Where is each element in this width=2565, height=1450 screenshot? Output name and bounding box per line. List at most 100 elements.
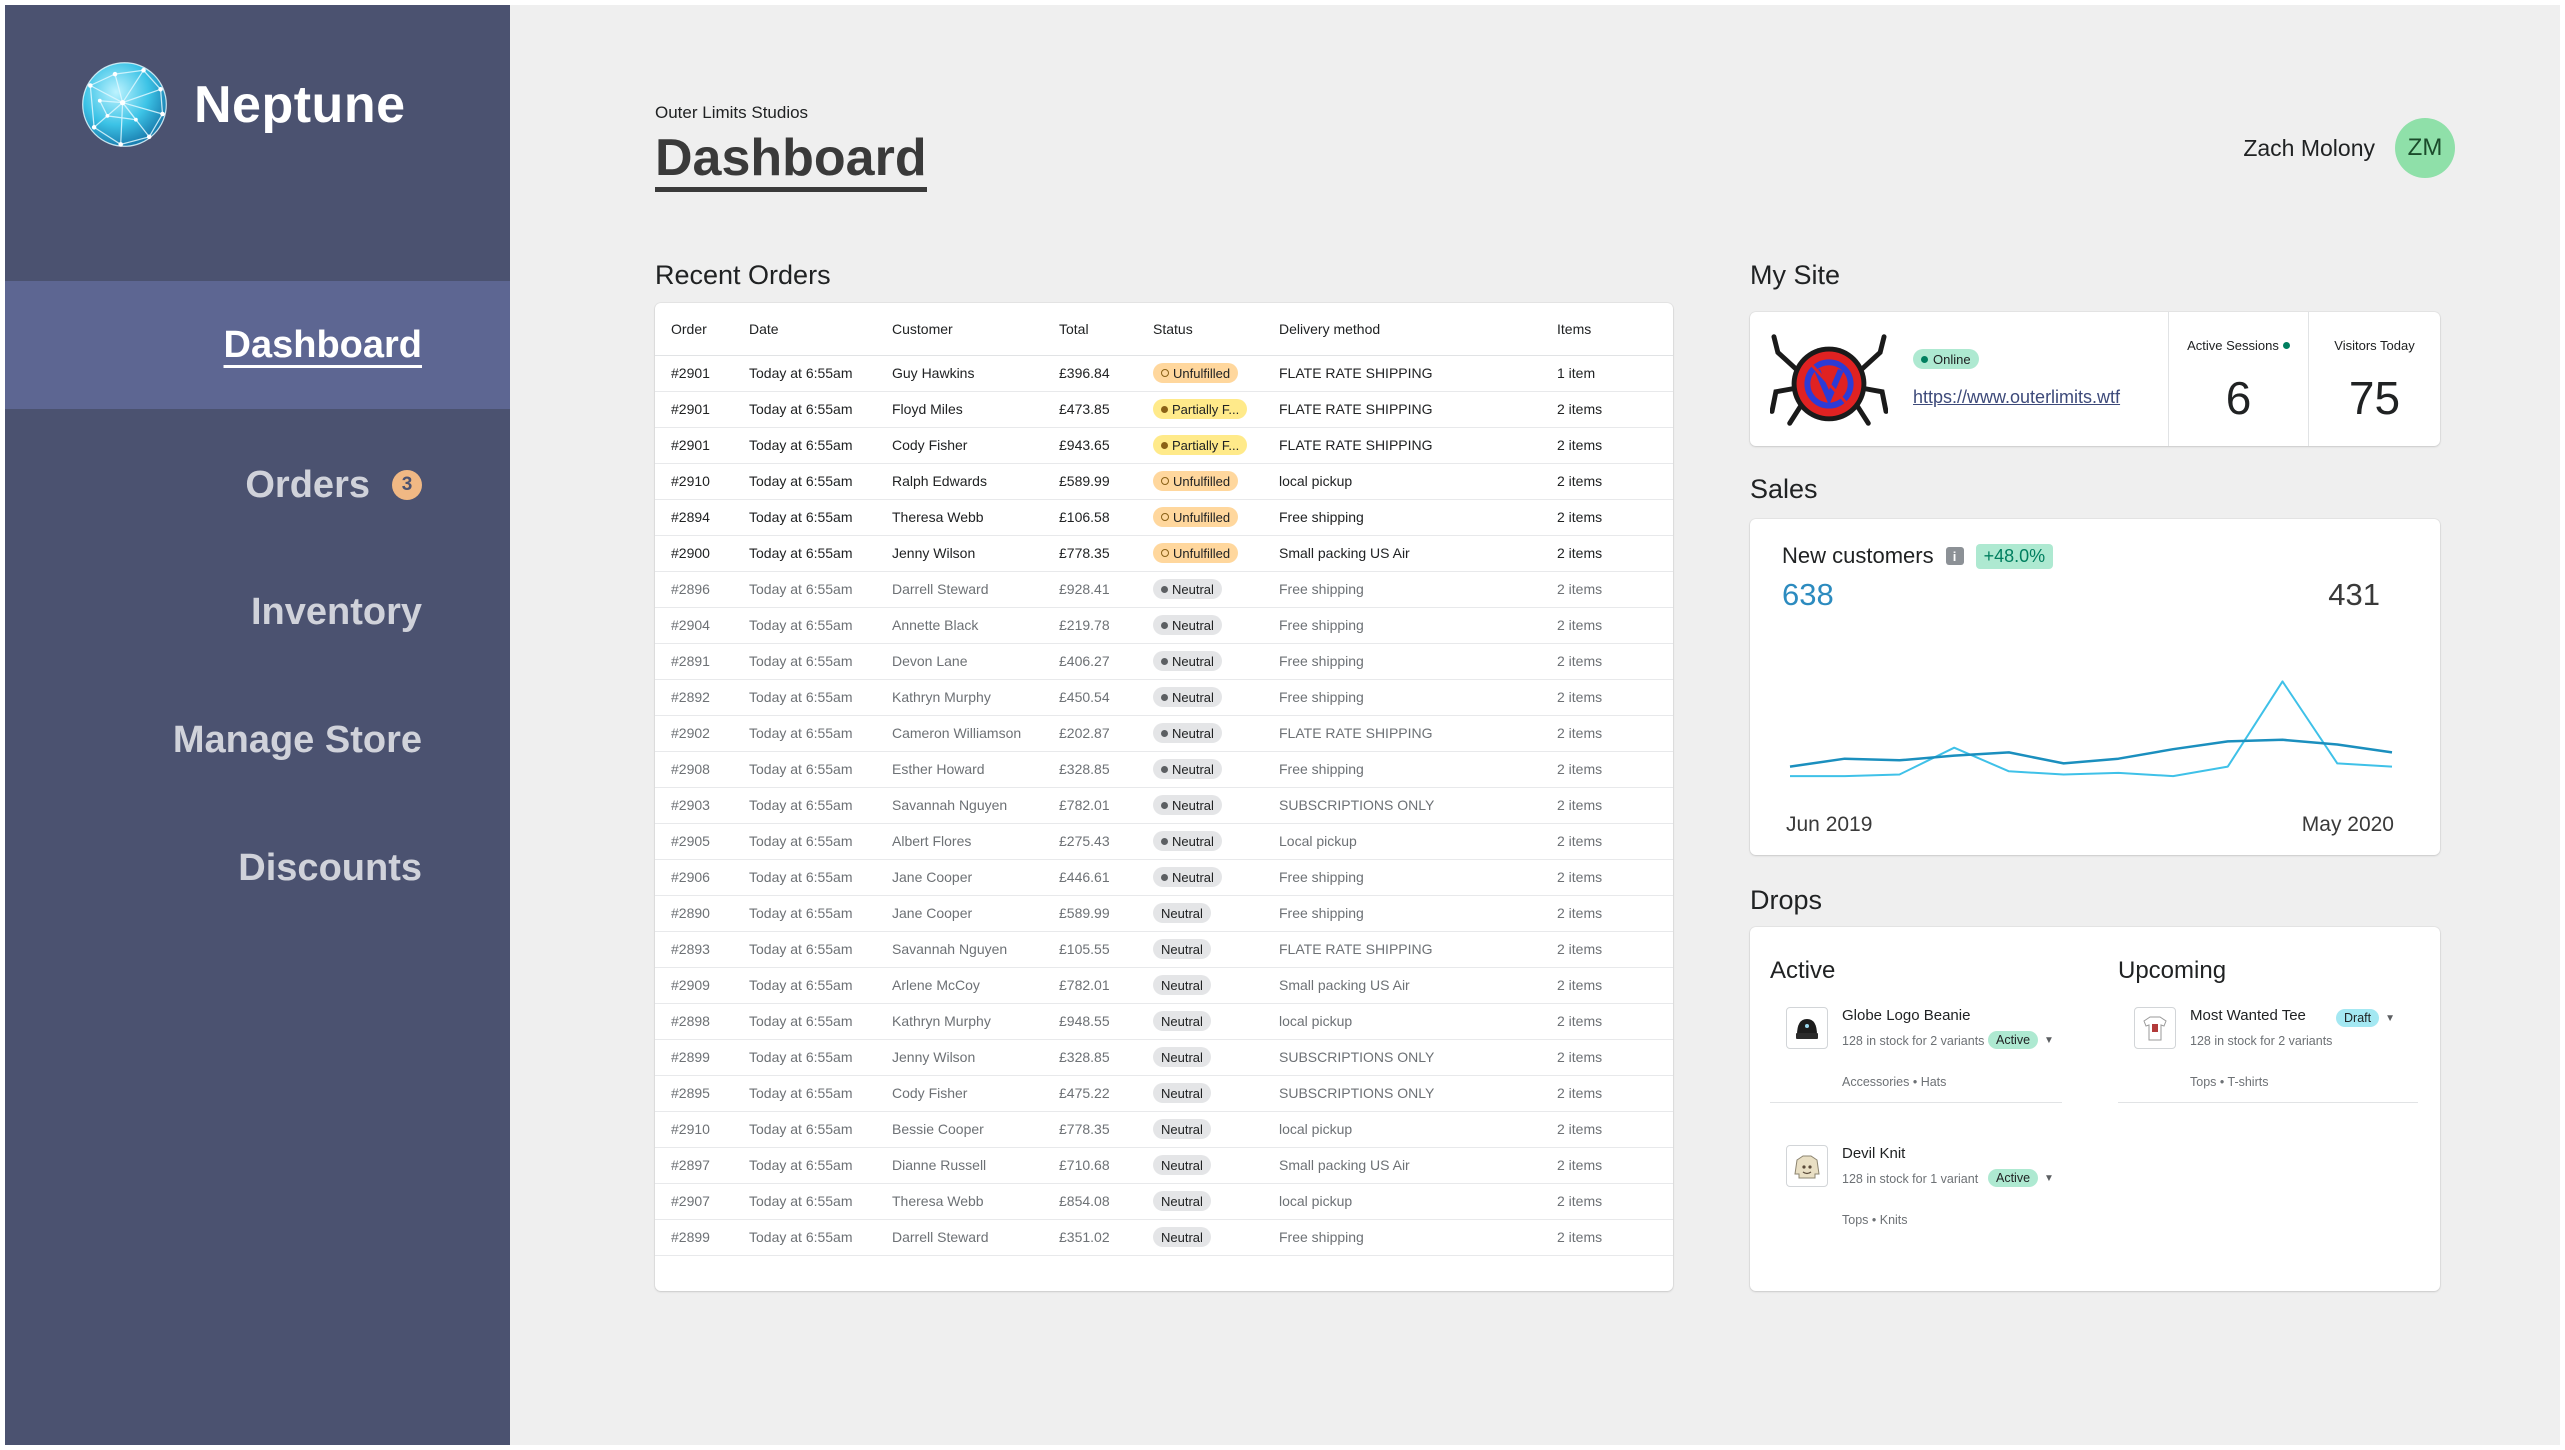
table-row[interactable]: #2904 Today at 6:55am Annette Black £219.78… <box>655 607 1673 644</box>
sidebar-item-inventory[interactable]: Inventory <box>5 548 510 676</box>
sidebar-item-manage-store[interactable]: Manage Store <box>5 676 510 804</box>
cell-date: Today at 6:55am <box>733 391 876 428</box>
status-badge: Unfulfilled <box>1153 507 1239 527</box>
status-label: Neutral <box>1161 905 1203 921</box>
cell-customer: Darrell Steward <box>876 571 1043 608</box>
table-row[interactable]: #2900 Today at 6:55am Jenny Wilson £778.35 U… <box>655 535 1673 572</box>
table-row[interactable]: #2897 Today at 6:55am Dianne Russell £710.6… <box>655 1147 1673 1184</box>
column-header-customer[interactable]: Customer <box>876 303 1043 356</box>
cell-delivery: Free shipping <box>1263 1219 1541 1256</box>
drop-item-globe-logo-beanie[interactable]: Globe Logo Beanie 128 in stock for 2 var… <box>1770 1007 2070 1117</box>
visitors-today-label: Visitors Today <box>2334 338 2415 353</box>
status-label: Neutral <box>1161 1193 1203 1209</box>
cell-status: Neutral <box>1137 1147 1263 1184</box>
site-url-link[interactable]: https://www.outerlimits.wtf <box>1913 387 2120 408</box>
user-menu[interactable]: Zach Molony ZM <box>2243 118 2455 178</box>
column-header-items[interactable]: Items <box>1541 303 1673 356</box>
status-label: Neutral <box>1172 797 1214 813</box>
table-row[interactable]: #2896 Today at 6:55am Darrell Steward £928.… <box>655 571 1673 608</box>
status-badge: Neutral <box>1153 1227 1211 1247</box>
table-row[interactable]: #2907 Today at 6:55am Theresa Webb £854.08 N… <box>655 1183 1673 1220</box>
cell-total: £328.85 <box>1043 751 1137 788</box>
column-header-total[interactable]: Total <box>1043 303 1137 356</box>
table-row[interactable]: #2903 Today at 6:55am Savannah Nguyen £782.… <box>655 787 1673 824</box>
drops-active-title: Active <box>1770 957 1836 984</box>
cell-order: #2897 <box>655 1147 733 1184</box>
status-dot-icon <box>1161 369 1169 377</box>
drop-item-most-wanted-tee[interactable]: Most Wanted Tee 128 in stock for 2 varia… <box>2118 1007 2418 1117</box>
table-row[interactable]: #2898 Today at 6:55am Kathryn Murphy £948.5… <box>655 1003 1673 1040</box>
column-header-order[interactable]: Order <box>655 303 733 356</box>
cell-order: #2893 <box>655 931 733 968</box>
table-row[interactable]: #2910 Today at 6:55am Ralph Edwards £589.99… <box>655 463 1673 500</box>
table-row[interactable]: #2902 Today at 6:55am Cameron Williamson £2… <box>655 715 1673 752</box>
sidebar-item-discounts[interactable]: Discounts <box>5 804 510 932</box>
table-row[interactable]: #2901 Today at 6:55am Guy Hawkins £396.84 Un… <box>655 355 1673 392</box>
cell-status: Neutral <box>1137 571 1263 608</box>
drop-item-devil-knit[interactable]: Devil Knit 128 in stock for 1 variant To… <box>1770 1145 2070 1255</box>
avatar[interactable]: ZM <box>2395 118 2455 178</box>
cell-date: Today at 6:55am <box>733 751 876 788</box>
cell-date: Today at 6:55am <box>733 1075 876 1112</box>
info-icon[interactable]: i <box>1945 547 1964 565</box>
table-row[interactable]: #2901 Today at 6:55am Floyd Miles £473.85 Pa… <box>655 391 1673 428</box>
column-header-date[interactable]: Date <box>733 303 876 356</box>
cell-total: £106.58 <box>1043 499 1137 536</box>
drop-status-dropdown[interactable]: Draft ▼ <box>2336 1009 2395 1027</box>
status-badge: Neutral <box>1153 579 1222 599</box>
table-row[interactable]: #2906 Today at 6:55am Jane Cooper £446.61 Ne… <box>655 859 1673 896</box>
status-dot-icon <box>1161 693 1168 701</box>
table-row[interactable]: #2899 Today at 6:55am Jenny Wilson £328.85 N… <box>655 1039 1673 1076</box>
x-axis-start-label: Jun 2019 <box>1786 813 1873 836</box>
table-row[interactable]: #2905 Today at 6:55am Albert Flores £275.43… <box>655 823 1673 860</box>
table-row[interactable]: #2895 Today at 6:55am Cody Fisher £475.22 Ne… <box>655 1075 1673 1112</box>
sidebar-item-dashboard[interactable]: Dashboard <box>5 281 510 409</box>
table-row[interactable]: #2891 Today at 6:55am Devon Lane £406.27 Neu… <box>655 643 1673 680</box>
status-label: Neutral <box>1172 689 1214 705</box>
table-row[interactable]: #2893 Today at 6:55am Savannah Nguyen £105.… <box>655 931 1673 968</box>
status-badge: Unfulfilled <box>1153 471 1239 491</box>
sidebar-item-orders[interactable]: Orders 3 <box>5 421 510 549</box>
active-sessions-value: 6 <box>2225 372 2252 424</box>
cell-order: #2898 <box>655 1003 733 1040</box>
cell-total: £928.41 <box>1043 571 1137 608</box>
table-row[interactable]: #2909 Today at 6:55am Arlene McCoy £782.01 N… <box>655 967 1673 1004</box>
table-row[interactable]: #2890 Today at 6:55am Jane Cooper £589.99 Ne… <box>655 895 1673 932</box>
table-row[interactable]: #2908 Today at 6:55am Esther Howard £328.85… <box>655 751 1673 788</box>
cell-status: Neutral <box>1137 1075 1263 1112</box>
column-header-status[interactable]: Status <box>1137 303 1263 356</box>
drop-status-dropdown[interactable]: Active ▼ <box>1988 1031 2054 1049</box>
x-axis-end-label: May 2020 <box>2301 813 2394 836</box>
column-header-delivery[interactable]: Delivery method <box>1263 303 1541 356</box>
table-row[interactable]: #2894 Today at 6:55am Theresa Webb £106.58 U… <box>655 499 1673 536</box>
status-label: Neutral <box>1161 1085 1203 1101</box>
drop-name: Globe Logo Beanie <box>1842 1007 1971 1024</box>
sales-title: Sales <box>1750 474 1818 504</box>
drop-tags: Tops • Knits <box>1842 1213 1908 1227</box>
cell-order: #2909 <box>655 967 733 1004</box>
table-row[interactable]: #2899 Today at 6:55am Darrell Steward £351.… <box>655 1219 1673 1256</box>
table-row[interactable]: #2901 Today at 6:55am Cody Fisher £943.65 Pa… <box>655 427 1673 464</box>
active-sessions-label-text: Active Sessions <box>2187 338 2279 353</box>
status-label: Unfulfilled <box>1173 365 1231 381</box>
brand[interactable]: Neptune <box>77 57 406 152</box>
status-dot-icon <box>1161 837 1168 845</box>
cell-customer: Bessie Cooper <box>876 1111 1043 1148</box>
status-dot-icon <box>1161 441 1168 449</box>
caret-down-icon: ▼ <box>2044 1172 2054 1184</box>
cell-status: Neutral <box>1137 715 1263 752</box>
cell-delivery: FLATE RATE SHIPPING <box>1263 427 1541 464</box>
cell-date: Today at 6:55am <box>733 1039 876 1076</box>
status-badge: Neutral <box>1153 975 1211 995</box>
table-header-row: Order Date Customer Total Status Deliver… <box>655 303 1673 356</box>
table-row[interactable]: #2910 Today at 6:55am Bessie Cooper £778.35… <box>655 1111 1673 1148</box>
cell-date: Today at 6:55am <box>733 967 876 1004</box>
org-name: Outer Limits Studios <box>655 103 809 122</box>
drop-status-dropdown[interactable]: Active ▼ <box>1988 1169 2054 1187</box>
cell-delivery: FLATE RATE SHIPPING <box>1263 391 1541 428</box>
table-row[interactable]: #2892 Today at 6:55am Kathryn Murphy £450.5… <box>655 679 1673 716</box>
status-badge: Neutral <box>1153 651 1222 671</box>
cell-delivery: Small packing US Air <box>1263 535 1541 572</box>
sidebar: Neptune Dashboard Orders 3 Inventory Man… <box>5 5 510 1445</box>
cell-status: Neutral <box>1137 1003 1263 1040</box>
